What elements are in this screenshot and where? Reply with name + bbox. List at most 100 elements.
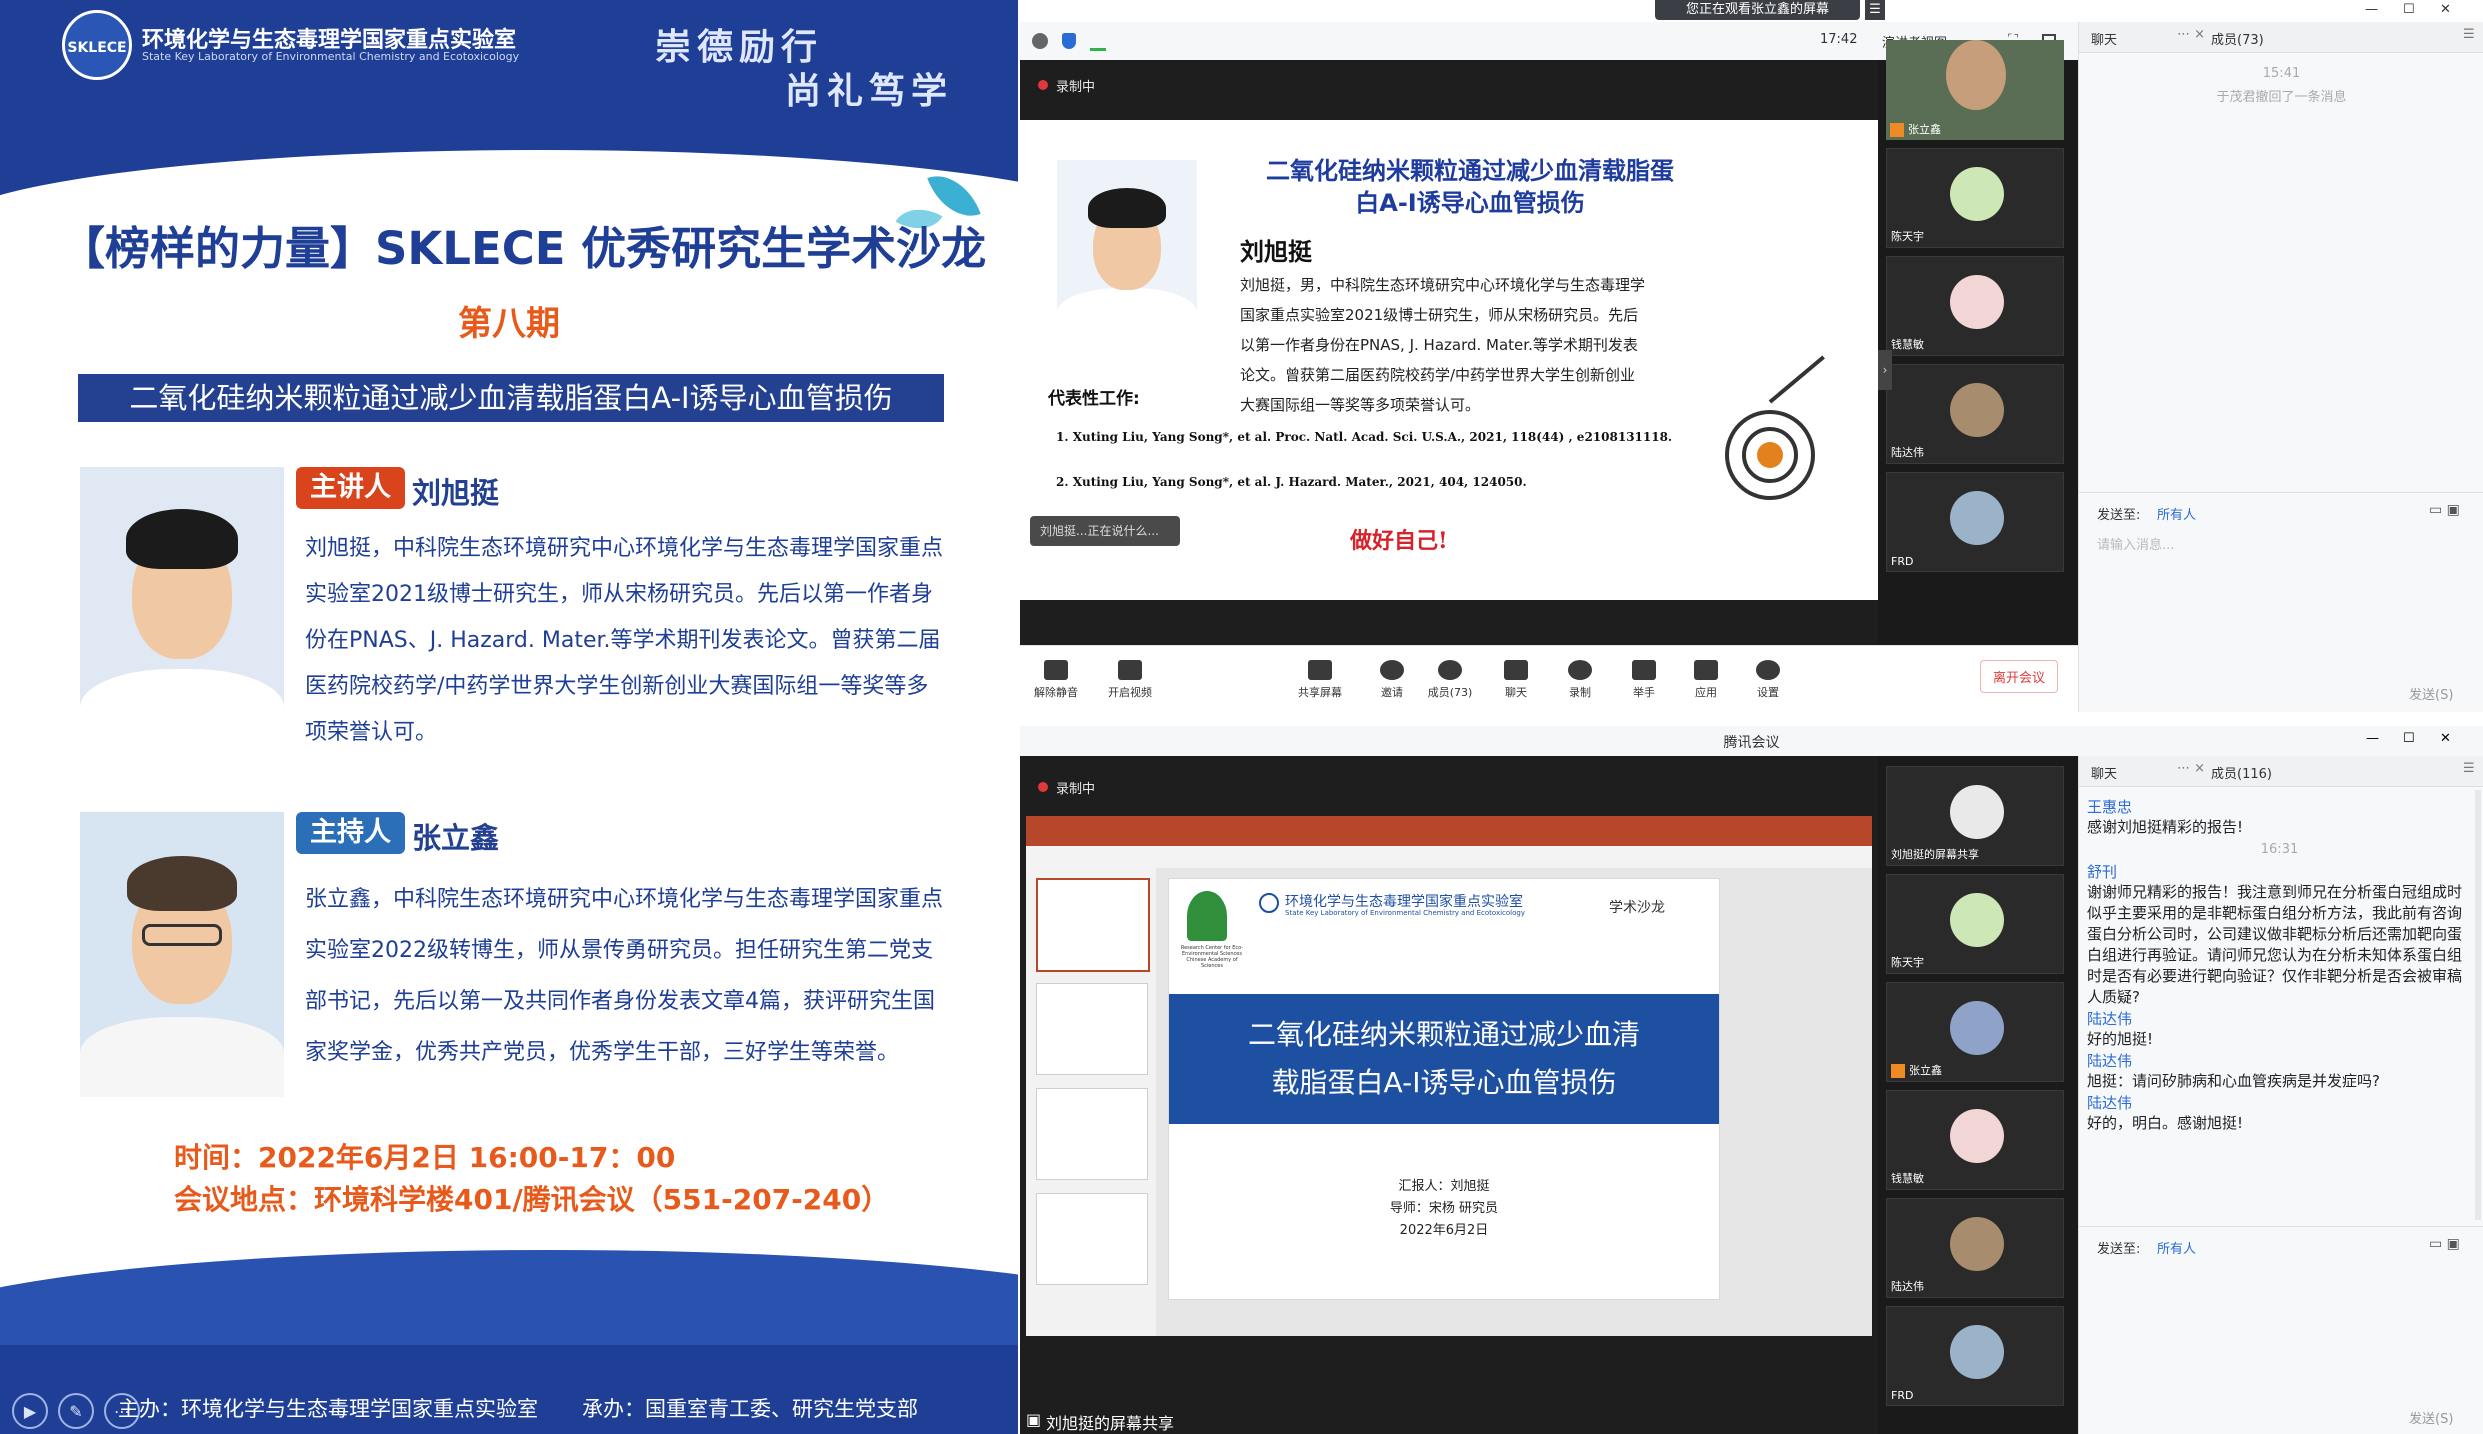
close-icon[interactable]: ✕ bbox=[2440, 731, 2451, 746]
send-button[interactable]: 发送(S) bbox=[2409, 684, 2453, 703]
file-icon[interactable]: ▭ ▣ bbox=[2429, 1236, 2460, 1252]
send-to-label: 发送至: bbox=[2097, 1242, 2141, 1257]
maximize-icon[interactable]: ☐ bbox=[2403, 2, 2415, 17]
panel-tabs: 聊天 ⋯ × 成员(73) ☰ bbox=[2079, 22, 2483, 53]
chat-divider bbox=[2079, 492, 2483, 493]
host-badge: 主持人 bbox=[296, 812, 405, 854]
members-icon bbox=[1438, 660, 1462, 680]
close-icon[interactable]: ✕ bbox=[2440, 2, 2451, 17]
chat-input[interactable]: 请输入消息... bbox=[2097, 534, 2174, 553]
invite-button[interactable]: 邀请 bbox=[1362, 660, 1422, 700]
start-video-button[interactable]: 开启视频 bbox=[1100, 660, 1160, 700]
ppt-canvas: Research Center for Eco-Environmental Sc… bbox=[1156, 868, 1872, 1336]
file-icon[interactable]: ▭ ▣ bbox=[2429, 502, 2460, 518]
slide-lab-en: State Key Laboratory of Environmental Ch… bbox=[1285, 909, 1525, 917]
slide-thumbnail[interactable] bbox=[1036, 1088, 1148, 1180]
chat-sender[interactable]: 陆达伟 bbox=[2087, 1008, 2472, 1029]
send-button[interactable]: 发送(S) bbox=[2409, 1408, 2453, 1427]
poster: SKLECE 环境化学与生态毒理学国家重点实验室 State Key Labor… bbox=[0, 0, 1018, 1434]
unmute-button[interactable]: 解除静音 bbox=[1026, 660, 1086, 700]
recording-dot-icon bbox=[1038, 782, 1048, 792]
meeting-window-1: 您正在观看张立鑫的屏幕 ☰ 17:42 演讲者视图 ⛶ 录制中 二氧化硅纳米颗粒… bbox=[1020, 0, 2483, 712]
chat-message: 感谢刘旭挺精彩的报告! bbox=[2087, 818, 2244, 836]
slide-thumbnail[interactable] bbox=[1036, 878, 1150, 972]
tile-label: 陈天宇 bbox=[1891, 230, 1924, 243]
slide-cover: Research Center for Eco-Environmental Sc… bbox=[1168, 878, 1720, 1300]
window-title: 腾讯会议 bbox=[1723, 735, 1780, 751]
raise-hand-button[interactable]: 举手 bbox=[1614, 660, 1674, 700]
minimize-icon[interactable]: — bbox=[2365, 2, 2378, 17]
slide-works-heading: 代表性工作: bbox=[1048, 389, 1140, 409]
chat-scrollbar[interactable] bbox=[2475, 790, 2481, 1220]
target-illustration bbox=[1700, 355, 1840, 520]
minimize-icon[interactable]: — bbox=[2366, 731, 2379, 746]
video-tile[interactable]: 钱慧敏 bbox=[1886, 1090, 2064, 1190]
video-tile[interactable]: FRD bbox=[1886, 1306, 2064, 1406]
host-photo bbox=[80, 812, 284, 1097]
video-tile[interactable]: FRD bbox=[1886, 472, 2064, 572]
pen-icon[interactable]: ✎ bbox=[58, 1393, 94, 1429]
clock: 17:42 bbox=[1820, 32, 1858, 47]
send-to-label: 发送至: bbox=[2097, 508, 2141, 523]
play-icon[interactable]: ▶ bbox=[12, 1393, 48, 1429]
chat-sender[interactable]: 舒刊 bbox=[2087, 861, 2472, 882]
video-tile-active[interactable]: 张立鑫 bbox=[1886, 40, 2064, 140]
video-tile[interactable]: 张立鑫 bbox=[1886, 982, 2064, 1082]
collapse-strip-icon[interactable]: › bbox=[1878, 350, 1892, 390]
record-icon bbox=[1568, 660, 1592, 680]
slide-reporter: 汇报人：刘旭挺 bbox=[1398, 1179, 1490, 1194]
maximize-icon[interactable]: ☐ bbox=[2403, 731, 2415, 746]
tile-label: 陆达伟 bbox=[1891, 1280, 1924, 1293]
speaker-photo bbox=[80, 467, 284, 754]
toolbar-label: 录制 bbox=[1569, 686, 1591, 699]
video-tile[interactable]: 刘旭挺的屏幕共享 bbox=[1886, 766, 2064, 866]
host-name: 张立鑫 bbox=[412, 821, 500, 855]
chat-sender[interactable]: 陆达伟 bbox=[2087, 1092, 2472, 1113]
send-to-select[interactable]: 所有人 bbox=[2157, 504, 2196, 523]
gear-icon bbox=[1756, 660, 1780, 680]
apps-button[interactable]: 应用 bbox=[1676, 660, 1736, 700]
screen-share-icon: ▣ bbox=[1026, 1410, 1042, 1429]
host-bio: 张立鑫，中科院生态环境研究中心环境化学与生态毒理学国家重点实验室2022级转博生… bbox=[305, 887, 944, 1065]
toolbar-label: 应用 bbox=[1695, 686, 1717, 699]
record-button[interactable]: 录制 bbox=[1550, 660, 1610, 700]
chat-sender[interactable]: 陆达伟 bbox=[2087, 1050, 2472, 1071]
video-tile[interactable]: 陆达伟 bbox=[1886, 1198, 2064, 1298]
meeting1-controls: 解除静音 开启视频 共享屏幕 邀请 成员(73) 聊天 录制 举手 应用 设置 … bbox=[1020, 645, 2078, 712]
members-tab[interactable]: 成员(73) bbox=[2211, 29, 2264, 48]
slide-thumbnail[interactable] bbox=[1036, 1193, 1148, 1285]
tile-label: 刘旭挺的屏幕共享 bbox=[1891, 848, 1979, 861]
chat-button[interactable]: 聊天 bbox=[1486, 660, 1546, 700]
leave-meeting-button[interactable]: 离开会议 bbox=[1980, 660, 2059, 693]
chat-tab[interactable]: 聊天 bbox=[2091, 29, 2117, 48]
shield-icon[interactable] bbox=[1062, 33, 1076, 49]
slide-slogan: 做好自己! bbox=[1350, 528, 1448, 554]
video-tile[interactable]: 钱慧敏 bbox=[1886, 256, 2064, 356]
panel-menu-icon[interactable]: ☰ bbox=[2463, 27, 2475, 42]
slide-meta: 汇报人：刘旭挺 导师：宋杨 研究员 2022年6月2日 bbox=[1169, 1176, 1719, 1242]
chat-tab[interactable]: 聊天 bbox=[2091, 763, 2117, 782]
video-tile[interactable]: 陈天宇 bbox=[1886, 148, 2064, 248]
tile-label: 陆达伟 bbox=[1891, 446, 1924, 459]
send-to-select[interactable]: 所有人 bbox=[2157, 1238, 2196, 1257]
chat-input[interactable] bbox=[2089, 1261, 2469, 1401]
mic-off-icon bbox=[1044, 660, 1068, 680]
meeting-window-2: 腾讯会议 — ☐ ✕ 录制中 Research Center for Eco-E… bbox=[1020, 726, 2483, 1434]
more-icon[interactable]: ⋯ × bbox=[2177, 27, 2205, 42]
chat-sender[interactable]: 王惠忠 bbox=[2087, 796, 2472, 817]
info-icon[interactable] bbox=[1032, 33, 1048, 49]
panel-menu-icon[interactable]: ☰ bbox=[2463, 761, 2475, 776]
members-button[interactable]: 成员(73) bbox=[1420, 660, 1480, 700]
settings-button[interactable]: 设置 bbox=[1738, 660, 1798, 700]
more-icon[interactable]: ⋯ × bbox=[2177, 761, 2205, 776]
share-screen-button[interactable]: 共享屏幕 bbox=[1290, 660, 1350, 700]
members-tab[interactable]: 成员(116) bbox=[2211, 763, 2272, 782]
lab-logo bbox=[1259, 893, 1279, 913]
rcees-logo bbox=[1187, 891, 1227, 941]
slide-thumbnail[interactable] bbox=[1036, 983, 1148, 1075]
menu-icon[interactable]: ☰ bbox=[1865, 0, 1885, 20]
chat-message: 旭挺：请问矽肺病和心血管疾病是并发症吗? bbox=[2087, 1072, 2380, 1090]
video-tile[interactable]: 陆达伟 bbox=[1886, 364, 2064, 464]
video-tile[interactable]: 陈天宇 bbox=[1886, 874, 2064, 974]
toolbar-label: 共享屏幕 bbox=[1298, 686, 1342, 699]
